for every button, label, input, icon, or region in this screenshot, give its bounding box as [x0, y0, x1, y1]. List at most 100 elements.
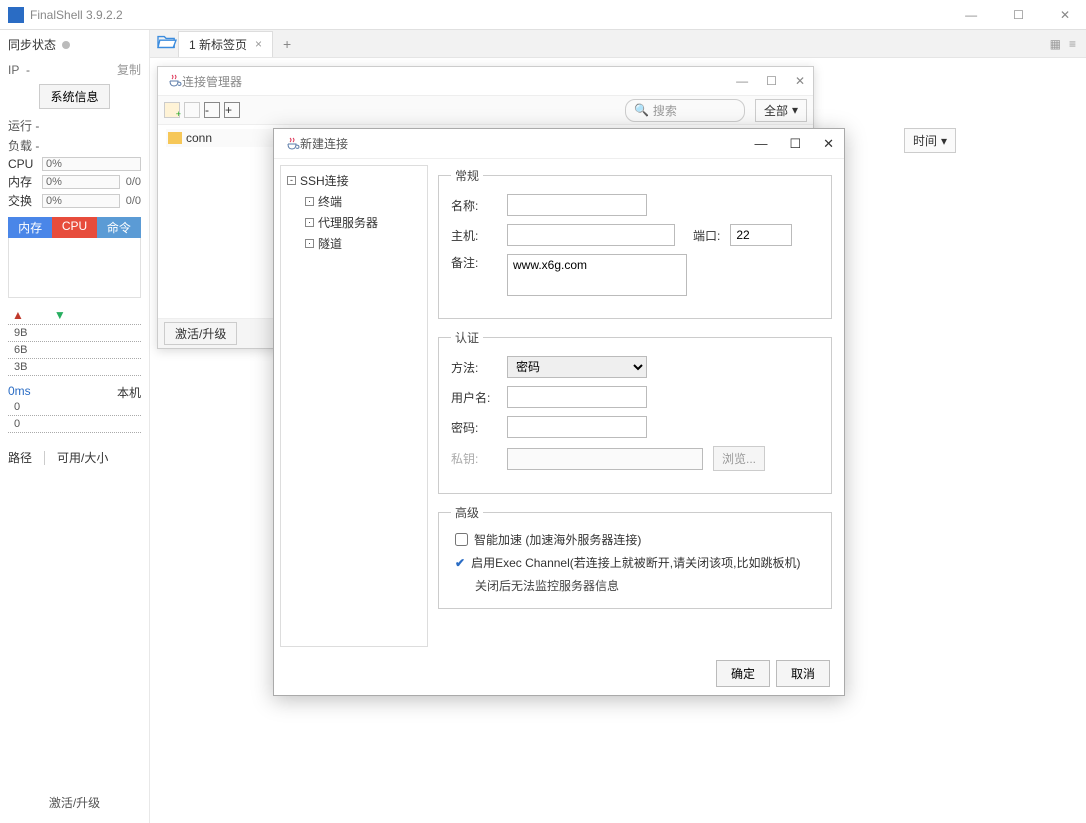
nc-titlebar[interactable]: 新建连接 — ☐ ✕	[274, 129, 844, 159]
cm-search-input[interactable]: 🔍 搜索	[625, 99, 745, 122]
cm-minimize-button[interactable]: —	[736, 74, 748, 88]
cm-titlebar[interactable]: 连接管理器 — ☐ ✕	[158, 67, 813, 95]
select-method[interactable]: 密码	[507, 356, 647, 378]
swap-bar: 0%	[42, 194, 120, 208]
label-pass: 密码:	[451, 419, 497, 436]
folder-icon	[168, 132, 182, 144]
grid-view-icon[interactable]: ▦	[1050, 37, 1061, 51]
exec-note: 关闭后无法监控服务器信息	[451, 577, 819, 594]
label-exec: 启用Exec Channel(若连接上就被断开,请关闭该项,比如跳板机)	[471, 554, 800, 571]
swap-tail: 0/0	[126, 195, 141, 207]
input-key	[507, 448, 703, 470]
cancel-button[interactable]: 取消	[776, 660, 830, 687]
ok-button[interactable]: 确定	[716, 660, 770, 687]
cpu-meter: CPU 0%	[8, 157, 141, 171]
tab-memory[interactable]: 内存	[8, 217, 52, 238]
row-method: 方法: 密码	[451, 356, 819, 378]
tree-terminal-label: 终端	[318, 193, 342, 210]
input-user[interactable]	[507, 386, 647, 408]
fieldset-advanced: 高级 智能加速 (加速海外服务器连接) ✔ 启用Exec Channel(若连接…	[438, 504, 832, 609]
divider	[8, 358, 141, 359]
nc-window-controls: — ☐ ✕	[754, 136, 834, 152]
cm-filter-all[interactable]: 全部 ▾	[755, 99, 807, 122]
tab-close-icon[interactable]: ×	[255, 37, 262, 51]
nc-title: 新建连接	[300, 135, 754, 152]
tree-root-label: SSH连接	[300, 172, 349, 189]
label-method: 方法:	[451, 359, 497, 376]
label-note: 备注:	[451, 254, 497, 271]
tree-leaf-icon: ·	[305, 197, 314, 206]
input-pass[interactable]	[507, 416, 647, 438]
row-exec: ✔ 启用Exec Channel(若连接上就被断开,请关闭该项,比如跳板机)	[451, 554, 819, 571]
swap-label: 交换	[8, 192, 36, 209]
path-label: 路径	[8, 449, 32, 466]
label-name: 名称:	[451, 197, 497, 214]
cm-window-controls: — ☐ ✕	[736, 74, 805, 88]
cm-title: 连接管理器	[182, 73, 736, 90]
divider	[8, 324, 141, 325]
minimize-button[interactable]: —	[957, 4, 985, 26]
nc-close-button[interactable]: ✕	[823, 136, 834, 152]
checkbox-exec-checked-icon[interactable]: ✔	[455, 556, 465, 570]
open-folder-icon[interactable]	[156, 33, 178, 54]
new-connection-icon[interactable]	[184, 102, 200, 118]
tab-command[interactable]: 命令	[97, 217, 141, 238]
label-port: 端口:	[693, 227, 720, 244]
input-host[interactable]	[507, 224, 675, 246]
search-placeholder: 搜索	[653, 102, 677, 119]
checkbox-accel[interactable]	[455, 533, 468, 546]
tree-root-ssh[interactable]: - SSH连接	[287, 172, 421, 189]
input-note[interactable]	[507, 254, 687, 296]
collapse-icon[interactable]: -	[204, 102, 220, 118]
net-byte-0: 9B	[8, 327, 141, 339]
row-accel: 智能加速 (加速海外服务器连接)	[451, 531, 819, 548]
label-user: 用户名:	[451, 389, 497, 406]
activate-link[interactable]: 激活/升级	[8, 788, 141, 817]
row-user: 用户名:	[451, 386, 819, 408]
maximize-button[interactable]: ☐	[1005, 4, 1032, 26]
cm-close-button[interactable]: ✕	[795, 74, 805, 88]
expand-icon[interactable]: +	[224, 102, 240, 118]
column-divider	[44, 451, 45, 465]
sync-status-dot	[62, 41, 70, 49]
row-note: 备注:	[451, 254, 819, 296]
load-stat: 负载 -	[8, 137, 141, 154]
tree-collapse-icon[interactable]: -	[287, 176, 296, 185]
tree-item-terminal[interactable]: · 终端	[287, 193, 421, 210]
tree-item-proxy[interactable]: · 代理服务器	[287, 214, 421, 231]
java-icon	[284, 136, 300, 152]
cm-activate-button[interactable]: 激活/升级	[164, 322, 237, 345]
input-name[interactable]	[507, 194, 647, 216]
nc-footer: 确定 取消	[274, 653, 844, 693]
size-label: 可用/大小	[57, 449, 108, 466]
dropdown-arrow-icon: ▾	[941, 134, 947, 148]
add-tab-button[interactable]: +	[283, 36, 291, 52]
new-folder-icon[interactable]: +	[164, 102, 180, 118]
nc-tree: - SSH连接 · 终端 · 代理服务器 · 隧道	[280, 165, 428, 647]
row-name: 名称:	[451, 194, 819, 216]
nc-maximize-button[interactable]: ☐	[789, 136, 801, 152]
close-button[interactable]: ✕	[1052, 4, 1078, 26]
cm-maximize-button[interactable]: ☐	[766, 74, 777, 88]
upload-arrow-icon: ▲	[12, 308, 24, 322]
sidebar: 同步状态 IP - 复制 系统信息 运行 - 负载 - CPU 0% 内存 0%…	[0, 30, 150, 823]
row-key: 私钥: 浏览...	[451, 446, 819, 471]
system-info-button[interactable]: 系统信息	[39, 84, 109, 109]
browse-button[interactable]: 浏览...	[713, 446, 765, 471]
fieldset-general: 常规 名称: 主机: 端口: 备注:	[438, 167, 832, 319]
cm-toolbar: + - + 🔍 搜索 全部 ▾	[158, 95, 813, 125]
dropdown-arrow-icon: ▾	[792, 103, 798, 117]
stats-tabs: 内存 CPU 命令	[8, 217, 141, 238]
tab-item[interactable]: 1 新标签页 ×	[178, 31, 273, 57]
ip-label: IP	[8, 63, 19, 77]
tab-cpu[interactable]: CPU	[52, 217, 96, 238]
time-dropdown[interactable]: 时间 ▾	[904, 128, 956, 153]
copy-button[interactable]: 复制	[117, 61, 141, 78]
folder-name: conn	[186, 131, 212, 145]
tree-item-tunnel[interactable]: · 隧道	[287, 235, 421, 252]
nc-minimize-button[interactable]: —	[754, 136, 767, 152]
legend-advanced: 高级	[451, 504, 483, 521]
tree-leaf-icon: ·	[305, 218, 314, 227]
list-view-icon[interactable]: ≡	[1069, 37, 1076, 51]
input-port[interactable]	[730, 224, 792, 246]
